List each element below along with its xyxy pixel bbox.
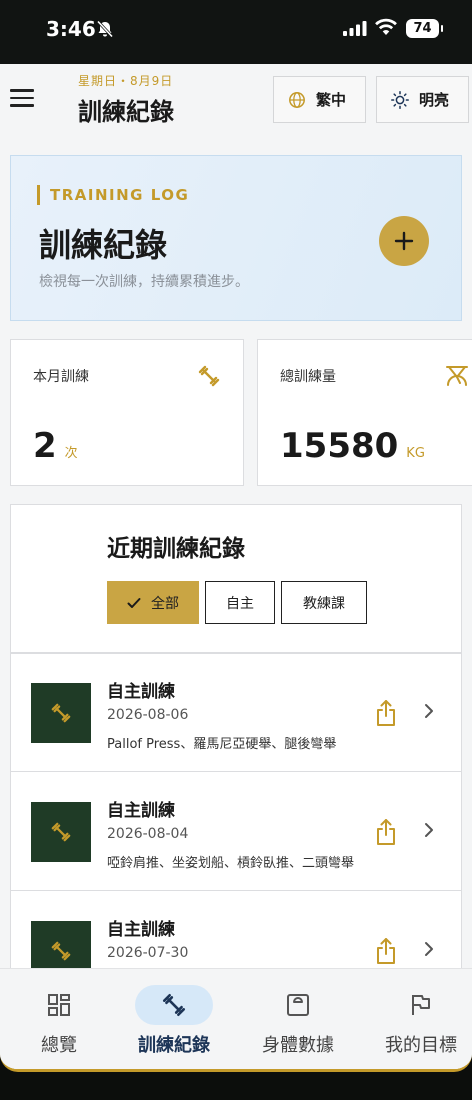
status-time: 3:46: [46, 17, 96, 41]
check-icon: [127, 597, 141, 608]
bell-muted-icon: [96, 20, 114, 38]
hero-title: 訓練紀錄: [39, 226, 168, 264]
globe-icon: [289, 91, 305, 108]
filter-label: 自主: [226, 595, 254, 612]
bottom-tab-bar: 總覽 訓練紀錄 身體數據 我的目標: [0, 968, 472, 1069]
filter-self-chip[interactable]: 自主: [205, 581, 275, 624]
record-date: 2026-08-06: [107, 707, 189, 723]
filter-label: 全部: [151, 595, 179, 612]
chevron-right-icon[interactable]: [423, 941, 435, 957]
theme-label: 明亮: [419, 91, 450, 109]
record-title: 自主訓練: [107, 682, 175, 702]
language-button[interactable]: 繁中: [273, 76, 366, 123]
battery-indicator: 74: [406, 19, 443, 38]
stat-label: 本月訓練: [33, 369, 89, 385]
menu-icon[interactable]: [10, 89, 34, 109]
record-item[interactable]: 自主訓練 2026-08-06 Pallof Press、羅馬尼亞硬舉、腿後彎舉: [11, 653, 461, 772]
page-title: 訓練紀錄: [78, 98, 174, 126]
app-screen: 星期日・8月9日 訓練紀錄 繁中 明亮 TRAINING LOG 訓練紀錄 檢視…: [0, 64, 472, 1072]
tab-label: 身體數據: [262, 1035, 334, 1056]
tab-icon-wrap: [382, 985, 460, 1025]
scale-icon: [446, 366, 468, 386]
status-bar: 3:46 74: [0, 0, 472, 64]
share-icon[interactable]: [375, 818, 397, 846]
tab-label: 總覽: [41, 1035, 77, 1056]
grid-icon: [48, 994, 70, 1016]
record-item[interactable]: 自主訓練 2026-08-04 啞鈴肩推、坐姿划船、槓鈴臥推、二頭彎舉: [11, 772, 461, 891]
language-label: 繁中: [316, 91, 347, 109]
add-record-button[interactable]: [379, 216, 429, 266]
record-title: 自主訓練: [107, 920, 175, 940]
record-title: 自主訓練: [107, 801, 175, 821]
stat-unit: KG: [406, 446, 425, 461]
record-date: 2026-08-04: [107, 826, 189, 842]
dumbbell-icon: [51, 941, 71, 961]
record-exercises: 啞鈴肩推、坐姿划船、槓鈴臥推、二頭彎舉: [107, 856, 355, 871]
sun-icon: [391, 90, 409, 109]
dumbbell-icon: [198, 365, 220, 387]
hero-card: TRAINING LOG 訓練紀錄 檢視每一次訓練，持續累積進步。: [10, 155, 462, 321]
dumbbell-icon: [51, 703, 71, 723]
stat-number: 15580: [280, 426, 399, 466]
filter-coach-chip[interactable]: 教練課: [281, 581, 367, 624]
tab-training-log[interactable]: 訓練紀錄: [115, 969, 233, 1069]
stat-card-volume: 總訓練量 15580 KG: [257, 339, 472, 486]
scale-icon: [287, 994, 309, 1016]
tab-body-data[interactable]: 身體數據: [239, 969, 357, 1069]
plus-icon: [394, 231, 414, 251]
record-thumbnail: [31, 683, 91, 743]
hero-kicker: TRAINING LOG: [37, 185, 189, 205]
records-title: 近期訓練紀錄: [107, 536, 245, 562]
tab-overview[interactable]: 總覽: [0, 969, 118, 1069]
tab-label: 訓練紀錄: [138, 1035, 210, 1056]
chevron-right-icon[interactable]: [423, 703, 435, 719]
tab-icon-wrap: [259, 985, 337, 1025]
stat-value: 2次: [33, 426, 78, 466]
flag-icon: [412, 995, 430, 1015]
tab-goals[interactable]: 我的目標: [362, 969, 472, 1069]
dumbbell-icon: [162, 993, 186, 1017]
stat-number: 2: [33, 426, 57, 466]
record-thumbnail: [31, 802, 91, 862]
header-date: 星期日・8月9日: [78, 74, 174, 88]
stat-card-monthly: 本月訓練 2次: [10, 339, 244, 486]
tab-icon-wrap: [135, 985, 213, 1025]
filter-label: 教練課: [303, 595, 345, 612]
stat-value: 15580 KG: [280, 426, 425, 466]
wifi-icon: [375, 18, 397, 35]
share-icon[interactable]: [375, 937, 397, 965]
tab-icon-wrap: [20, 985, 98, 1025]
share-icon[interactable]: [375, 699, 397, 727]
chevron-right-icon[interactable]: [423, 822, 435, 838]
dumbbell-icon: [51, 822, 71, 842]
stat-unit: 次: [64, 446, 78, 461]
cellular-signal-icon: [343, 21, 367, 36]
filter-all-chip[interactable]: 全部: [107, 581, 199, 624]
record-date: 2026-07-30: [107, 945, 189, 961]
hero-subtitle: 檢視每一次訓練，持續累積進步。: [39, 274, 249, 290]
theme-button[interactable]: 明亮: [376, 76, 469, 123]
record-exercises: Pallof Press、羅馬尼亞硬舉、腿後彎舉: [107, 737, 337, 752]
stat-label: 總訓練量: [280, 369, 336, 385]
tab-label: 我的目標: [385, 1035, 457, 1056]
